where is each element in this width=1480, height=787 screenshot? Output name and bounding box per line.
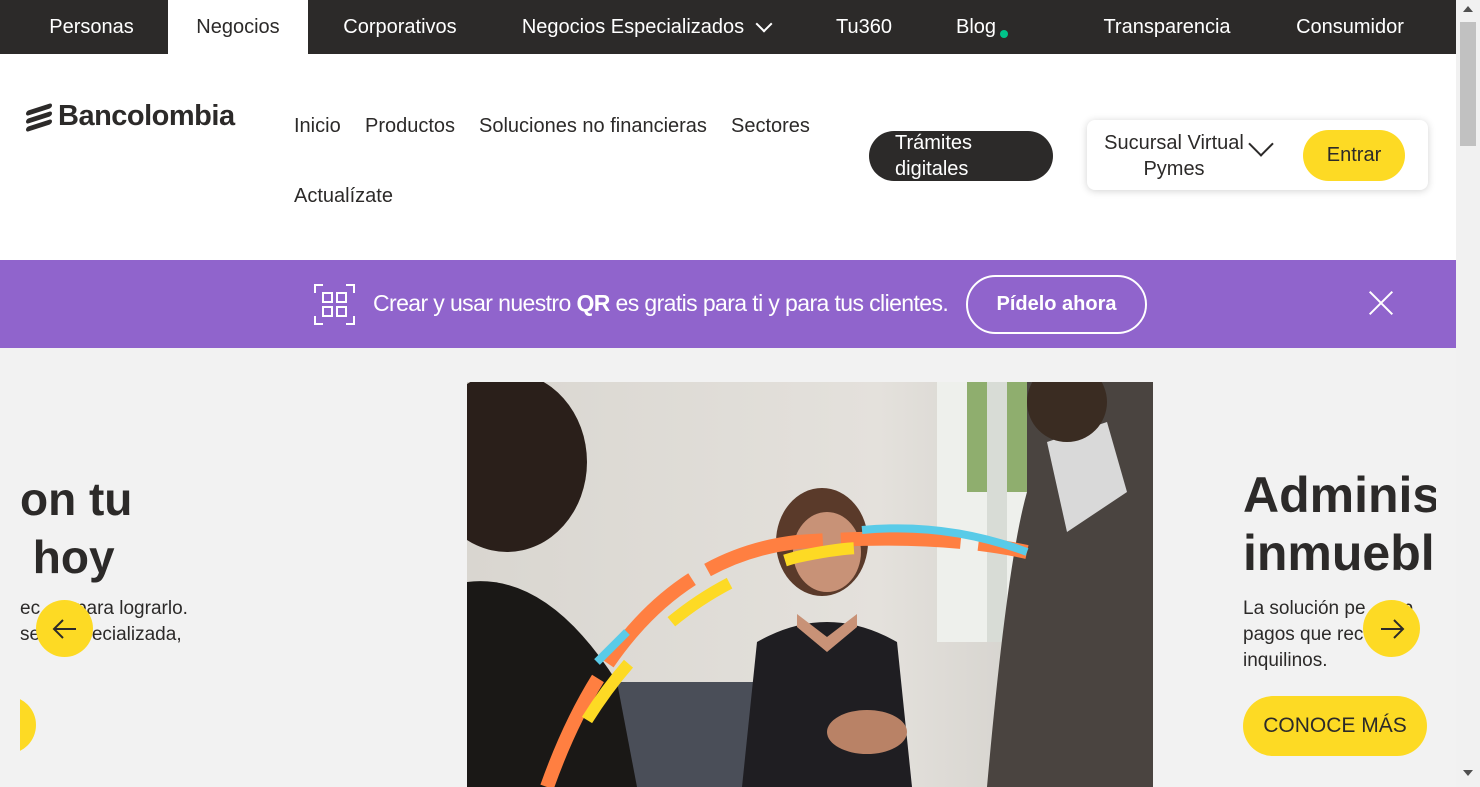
qr-code-icon — [314, 284, 355, 325]
qr-promo-banner: Crear y usar nuestro QR es gratis para t… — [0, 260, 1456, 348]
promo-text-before: Crear y usar nuestro — [373, 290, 577, 316]
tramites-digitales-button[interactable]: Trámites digitales — [869, 131, 1053, 181]
hero-photo — [467, 382, 1153, 787]
nav-actualizate[interactable]: Actualízate — [294, 185, 393, 208]
top-navigation-bar: Personas Negocios Corporativos Negocios … — [0, 0, 1456, 54]
entrar-button[interactable]: Entrar — [1303, 130, 1405, 181]
nav-soluciones-no-financieras[interactable]: Soluciones no financieras — [479, 115, 707, 138]
chevron-down-icon — [755, 15, 773, 33]
scroll-up-arrow-icon[interactable] — [1463, 6, 1473, 12]
slide-cta-button[interactable] — [20, 696, 36, 754]
tab-transparencia[interactable]: Transparencia — [1088, 0, 1246, 54]
logo-mark-icon — [26, 102, 52, 132]
pidelo-ahora-button[interactable]: Pídelo ahora — [966, 275, 1147, 334]
hero-image-handshake — [467, 382, 1153, 787]
carousel-next-button[interactable] — [1363, 600, 1420, 657]
promo-message: Crear y usar nuestro QR es gratis para t… — [373, 290, 949, 317]
tab-blog[interactable]: Blog — [940, 0, 1012, 54]
tab-negocios-especializados-label: Negocios Especializados — [521, 15, 745, 38]
tab-blog-label: Blog — [955, 15, 1009, 39]
bancolombia-logo[interactable]: Bancolombia — [26, 100, 235, 133]
carousel-prev-button[interactable] — [36, 600, 93, 657]
tab-tu360[interactable]: Tu360 — [822, 0, 906, 54]
arrow-right-icon — [1380, 618, 1404, 639]
tab-consumidor[interactable]: Consumidor — [1280, 0, 1420, 54]
main-header: Bancolombia Inicio Productos Soluciones … — [0, 54, 1456, 260]
scroll-thumb[interactable] — [1460, 22, 1476, 146]
nav-productos[interactable]: Productos — [365, 115, 455, 138]
conoce-mas-button[interactable]: CONOCE MÁS — [1243, 696, 1427, 756]
promo-text-after: es gratis para ti y para tus clientes. — [609, 290, 949, 316]
tab-negocios-especializados[interactable]: Negocios Especializados — [506, 0, 786, 54]
tab-corporativos[interactable]: Corporativos — [320, 0, 480, 54]
tab-blog-text: Blog — [955, 15, 997, 38]
sucursal-virtual-selector[interactable]: Sucursal Virtual Pymes — [1099, 130, 1249, 182]
carousel-slide-next: Adminis inmuebl La solución pe a p pagos… — [1243, 348, 1436, 787]
tramites-digitales-label: Trámites digitales — [895, 132, 973, 180]
slide-title: on tu hoy — [20, 473, 133, 583]
tab-personas[interactable]: Personas — [26, 0, 157, 54]
tab-negocios[interactable]: Negocios — [168, 0, 308, 54]
carousel-slide-previous: on tu hoy ec s para lograrlo. se especia… — [20, 348, 380, 787]
nav-inicio[interactable]: Inicio — [294, 115, 341, 138]
scroll-down-arrow-icon[interactable] — [1463, 770, 1473, 776]
page-scrollbar[interactable] — [1456, 0, 1480, 787]
logo-text: Bancolombia — [58, 100, 235, 132]
arrow-left-icon — [52, 618, 76, 639]
nav-sectores[interactable]: Sectores — [731, 115, 810, 138]
close-icon[interactable] — [1368, 290, 1394, 316]
new-indicator-dot — [1000, 29, 1009, 38]
promo-text-bold: QR — [576, 290, 610, 316]
slide-title: Adminis inmuebl — [1243, 467, 1436, 581]
